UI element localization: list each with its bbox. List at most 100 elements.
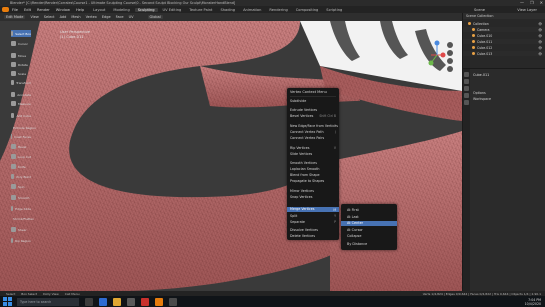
tool-scale[interactable]: Scale	[11, 70, 31, 77]
tool-cursor[interactable]: Cursor	[11, 40, 31, 47]
tool-rotate[interactable]: Rotate	[11, 61, 31, 68]
tool-loop-cut[interactable]: Loop Cut	[11, 153, 31, 160]
submenu-item-at-first[interactable]: At First	[341, 208, 397, 213]
workspace-tab-animation[interactable]: Animation	[240, 8, 264, 12]
menu-item-snap-vertices[interactable]: Snap Vertices	[290, 195, 313, 199]
tool-shear[interactable]: Shear	[11, 226, 31, 233]
render-tab-icon[interactable]	[464, 79, 469, 84]
edge-browser-icon[interactable]	[99, 297, 107, 306]
tool-extrude-region[interactable]: Extrude Region	[11, 124, 36, 131]
workspace-tab-modeling[interactable]: Modeling	[110, 8, 132, 12]
menu-item-mirror-vertices[interactable]: Mirror Vertices	[290, 189, 314, 193]
visibility-eye-icon[interactable]: 👁	[538, 22, 542, 26]
menu-item-extrude-vertices[interactable]: Extrude Vertices	[290, 108, 317, 112]
output-tab-icon[interactable]	[464, 86, 469, 91]
media-app-icon[interactable]	[141, 297, 149, 306]
taskbar-search-box[interactable]: Type here to search	[17, 297, 79, 306]
transform-orientation-selector[interactable]: Global	[147, 15, 163, 19]
menu-item-new-edge-face[interactable]: New Edge/Face from Vertices	[290, 124, 338, 128]
menu-file[interactable]: File	[12, 8, 18, 12]
scene-selector[interactable]: Scene	[474, 8, 485, 12]
tool-edge-slide[interactable]: Edge Slide	[11, 205, 31, 212]
menu-item-blend-from-shape[interactable]: Blend from Shape	[290, 173, 319, 177]
properties-section-workspace[interactable]: Workspace	[473, 97, 491, 101]
scene-tab-icon[interactable]	[464, 93, 469, 98]
system-clock[interactable]: 7:04 PM 10/4/2020	[525, 298, 541, 306]
task-view-icon[interactable]	[85, 297, 93, 306]
menu-item-bevel-vertices[interactable]: Bevel Vertices	[290, 114, 313, 118]
store-icon[interactable]	[127, 297, 135, 306]
outliner-row-collection[interactable]: Collection 👁	[463, 21, 545, 26]
app-icon[interactable]	[169, 297, 177, 306]
menu-item-connect-vertex-pairs[interactable]: Connect Vertex Pairs	[290, 136, 324, 140]
tool-rip-region[interactable]: Rip Region	[11, 237, 31, 244]
menu-item-slide-vertices[interactable]: Slide Vertices	[290, 152, 312, 156]
submenu-item-collapse[interactable]: Collapse	[341, 234, 397, 239]
menu-item-separate[interactable]: Separate	[290, 220, 305, 224]
tool-settings-tab-icon[interactable]	[464, 72, 469, 77]
outliner-row-cube-010[interactable]: Cube.010 👁	[463, 33, 545, 38]
sculpt-mesh-render[interactable]	[0, 21, 462, 291]
tool-measure[interactable]: Measure	[11, 100, 31, 107]
tool-knife[interactable]: Knife	[11, 163, 31, 170]
header-menu-mesh[interactable]: Mesh	[71, 15, 80, 19]
tool-bevel[interactable]: Bevel	[11, 143, 31, 150]
axis-gizmo-icon[interactable]	[417, 35, 457, 75]
tool-smooth[interactable]: Smooth	[11, 194, 31, 201]
maximize-button[interactable]: ❐	[530, 0, 534, 5]
menu-item-subdivide[interactable]: Subdivide	[290, 99, 306, 103]
visibility-eye-icon[interactable]: 👁	[538, 34, 542, 38]
tool-add-cube[interactable]: Add Cube	[11, 112, 31, 119]
menu-item-delete-vertices[interactable]: Delete Vertices	[290, 234, 315, 238]
workspace-tab-sculpting[interactable]: Sculpting	[134, 7, 158, 12]
blender-logo-icon[interactable]	[2, 7, 9, 12]
menu-item-propagate-to-shapes[interactable]: Propagate to Shapes	[290, 179, 324, 183]
tool-shrink-flatten[interactable]: Shrink/Flatten	[11, 215, 34, 222]
menu-help[interactable]: Help	[76, 8, 84, 12]
workspace-tab-layout[interactable]: Layout	[90, 8, 108, 12]
tool-annotate[interactable]: Annotate	[11, 91, 31, 98]
menu-item-merge-vertices[interactable]: Merge Vertices	[287, 207, 339, 212]
menu-render[interactable]: Render	[37, 8, 50, 12]
header-menu-uv[interactable]: UV	[129, 15, 134, 19]
menu-item-split[interactable]: Split	[290, 214, 297, 218]
tool-transform[interactable]: Transform	[11, 79, 31, 86]
outliner-row-cube-013[interactable]: Cube.013 👁	[463, 51, 545, 56]
tool-select-box[interactable]: Select Box	[11, 30, 31, 37]
workspace-tab-shading[interactable]: Shading	[217, 8, 238, 12]
header-menu-edge[interactable]: Edge	[102, 15, 111, 19]
submenu-item-by-distance[interactable]: By Distance	[341, 242, 397, 247]
mode-selector[interactable]: Edit Mode	[4, 15, 26, 19]
navigation-gizmo[interactable]	[417, 35, 457, 75]
submenu-item-at-center[interactable]: At Center	[341, 221, 397, 226]
menu-item-rip-vertices[interactable]: Rip Vertices	[290, 146, 310, 150]
tool-inset-faces[interactable]: Inset Faces	[11, 133, 31, 140]
3d-viewport[interactable]: User Perspective (1) Cube.011	[0, 21, 462, 291]
header-menu-add[interactable]: Add	[60, 15, 67, 19]
tool-move[interactable]: Move	[11, 52, 31, 59]
tool-spin[interactable]: Spin	[11, 183, 31, 190]
file-explorer-icon[interactable]	[113, 297, 121, 306]
object-tab-icon[interactable]	[464, 100, 469, 105]
visibility-eye-icon[interactable]: 👁	[538, 40, 542, 44]
visibility-eye-icon[interactable]: 👁	[538, 46, 542, 50]
outliner-row-cube-012[interactable]: Cube.012 👁	[463, 45, 545, 50]
workspace-tab-rendering[interactable]: Rendering	[266, 8, 290, 12]
properties-section-options[interactable]: Options	[473, 91, 486, 95]
visibility-eye-icon[interactable]: 👁	[538, 52, 542, 56]
menu-item-laplacian-smooth[interactable]: Laplacian Smooth	[290, 167, 320, 171]
workspace-tab-compositing[interactable]: Compositing	[293, 8, 322, 12]
header-menu-view[interactable]: View	[30, 15, 38, 19]
submenu-item-at-cursor[interactable]: At Cursor	[341, 228, 397, 233]
workspace-tab-scripting[interactable]: Scripting	[323, 8, 345, 12]
blender-taskbar-icon[interactable]	[155, 297, 163, 306]
workspace-tab-texture-paint[interactable]: Texture Paint	[186, 8, 215, 12]
menu-item-connect-vertex-path[interactable]: Connect Vertex Path	[290, 130, 324, 134]
menu-item-smooth-vertices[interactable]: Smooth Vertices	[290, 161, 317, 165]
menu-item-dissolve-vertices[interactable]: Dissolve Vertices	[290, 228, 318, 232]
header-menu-select[interactable]: Select	[44, 15, 55, 19]
tool-poly-build[interactable]: Poly Build	[11, 173, 31, 180]
close-button[interactable]: ✕	[540, 0, 543, 5]
header-menu-face[interactable]: Face	[116, 15, 124, 19]
submenu-item-at-last[interactable]: At Last	[341, 215, 397, 220]
